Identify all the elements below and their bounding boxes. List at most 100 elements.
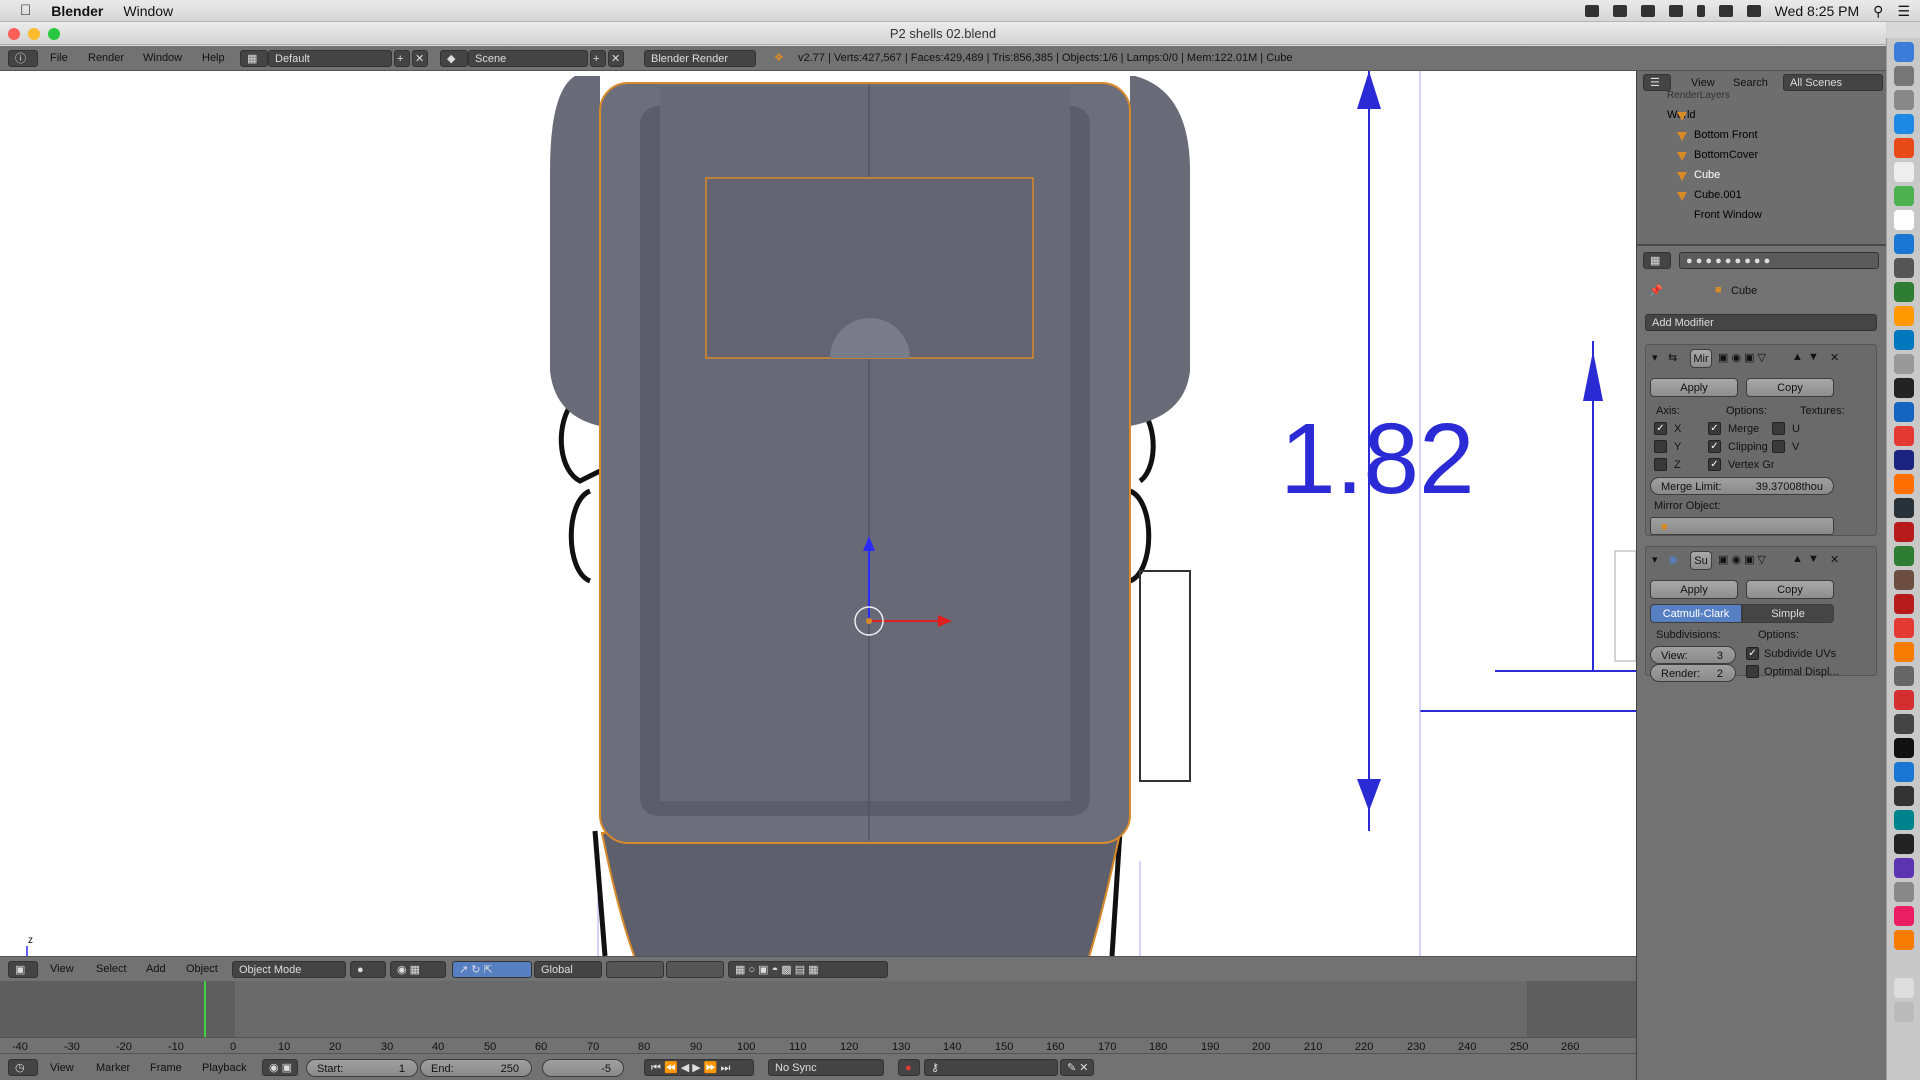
timeline-menu-playback[interactable]: Playback <box>202 1060 247 1077</box>
app-d-icon[interactable] <box>1894 786 1914 806</box>
move-up-icon[interactable]: ▲ <box>1792 553 1803 565</box>
view3d-editor-icon[interactable]: ▣ <box>8 961 38 978</box>
view3d-menu-select[interactable]: Select <box>96 961 127 978</box>
app-menu[interactable]: Blender <box>41 3 113 19</box>
timeline-menu-frame[interactable]: Frame <box>150 1060 182 1077</box>
apple-icon[interactable]:  <box>0 2 41 19</box>
keying-set-field[interactable]: ⚷ <box>924 1059 1058 1076</box>
merge-checkbox[interactable]: ✓ <box>1708 422 1721 435</box>
app-g-icon[interactable] <box>1894 930 1914 950</box>
volume-icon[interactable] <box>1746 5 1761 17</box>
maps-icon[interactable] <box>1894 282 1914 302</box>
bluetooth-icon[interactable] <box>1696 5 1705 17</box>
mirror-apply-button[interactable]: Apply <box>1650 378 1738 397</box>
manipulator-icons[interactable]: ↗ ↻ ⇱ <box>452 961 532 978</box>
texture-v-checkbox[interactable] <box>1772 440 1785 453</box>
camera-icon[interactable] <box>1612 5 1627 17</box>
lightroom-icon[interactable] <box>1894 498 1914 518</box>
finder-icon[interactable] <box>1894 42 1914 62</box>
trash-icon[interactable] <box>1894 1002 1914 1022</box>
axis-x-checkbox[interactable]: ✓ <box>1654 422 1667 435</box>
scene-field[interactable]: Scene <box>468 50 588 67</box>
messages-icon[interactable] <box>1894 186 1914 206</box>
outliner-search-menu[interactable]: Search <box>1733 75 1768 92</box>
move-up-icon[interactable]: ▲ <box>1792 351 1803 363</box>
outliner-item-cube[interactable]: Cube <box>1694 166 1720 184</box>
remove-layout-icon[interactable]: ✕ <box>412 50 428 67</box>
add-layout-icon[interactable]: + <box>394 50 410 67</box>
blender-dock-icon[interactable] <box>1894 642 1914 662</box>
view3d-menu-object[interactable]: Object <box>186 961 218 978</box>
drive-icon[interactable] <box>1640 5 1655 17</box>
outliner-item-bottomcover[interactable]: BottomCover <box>1694 146 1758 164</box>
subsurf-name-field[interactable]: Su <box>1690 551 1712 570</box>
timeline[interactable]: -40 -30 -20 -10 0 10 20 30 40 50 60 70 8… <box>0 981 1636 1053</box>
app-e-icon[interactable] <box>1894 810 1914 830</box>
mirror-copy-button[interactable]: Copy <box>1746 378 1834 397</box>
illustrator-icon[interactable] <box>1894 474 1914 494</box>
terminal-icon[interactable] <box>1894 378 1914 398</box>
render-toggle-icon[interactable]: ▣ ◉ ▣ ▽ <box>1718 553 1766 566</box>
firefox-icon[interactable] <box>1894 138 1914 158</box>
notification-icon[interactable]: ☰ <box>1897 3 1910 20</box>
skype-icon[interactable] <box>1894 234 1914 254</box>
view-levels-field[interactable]: View: 3 <box>1650 646 1736 664</box>
move-down-icon[interactable]: ▼ <box>1808 351 1819 363</box>
muse-icon[interactable] <box>1894 546 1914 566</box>
render-levels-field[interactable]: Render: 2 <box>1650 664 1736 682</box>
vertex-groups-checkbox[interactable]: ✓ <box>1708 458 1721 471</box>
start-frame-field[interactable]: Start: 1 <box>306 1059 418 1077</box>
properties-editor-icon[interactable]: ▦ <box>1643 252 1671 269</box>
menu-help[interactable]: Help <box>202 50 225 67</box>
current-frame-marker[interactable] <box>204 981 206 1037</box>
app-c-icon[interactable] <box>1894 762 1914 782</box>
itunes-icon[interactable] <box>1894 906 1914 926</box>
timeline-menu-view[interactable]: View <box>50 1060 74 1077</box>
app-star-icon[interactable] <box>1894 858 1914 878</box>
remove-scene-icon[interactable]: ✕ <box>608 50 624 67</box>
outliner-item-cube-001[interactable]: Cube.001 <box>1694 186 1742 204</box>
safari-icon[interactable] <box>1894 114 1914 134</box>
merge-limit-field[interactable]: Merge Limit: 39.37008thou <box>1650 477 1834 495</box>
outliner-item-bottom-front[interactable]: Bottom Front <box>1694 126 1758 144</box>
subdivide-uvs-checkbox[interactable]: ✓ <box>1746 647 1759 660</box>
minimize-icon[interactable] <box>28 28 40 40</box>
scene-icon[interactable]: ◆ <box>440 50 468 67</box>
layers-grid-b[interactable] <box>666 961 724 978</box>
preview-icon[interactable] <box>1894 354 1914 374</box>
app-f-icon[interactable] <box>1894 882 1914 902</box>
interaction-mode-select[interactable]: Object Mode <box>232 961 346 978</box>
catmull-clark-toggle[interactable]: Catmull-Clark <box>1650 604 1742 623</box>
timeline-editor-icon[interactable]: ◷ <box>8 1059 38 1076</box>
downloads-icon[interactable] <box>1894 978 1914 998</box>
photos-icon[interactable] <box>1894 306 1914 326</box>
wifi-icon[interactable] <box>1718 5 1733 17</box>
layout-field[interactable]: Default <box>268 50 392 67</box>
render-toggle-icon[interactable]: ▣ ◉ ▣ ▽ <box>1718 351 1766 364</box>
editor-type-icon[interactable]: ⓘ <box>8 50 38 67</box>
menu-window[interactable]: Window <box>143 50 182 67</box>
orientation-select[interactable]: Global <box>534 961 602 978</box>
clipping-checkbox[interactable]: ✓ <box>1708 440 1721 453</box>
3d-viewport[interactable]: 1.82 z x <box>0 71 1636 956</box>
acrobat-icon[interactable] <box>1894 522 1914 542</box>
cc-app-icon[interactable] <box>1894 594 1914 614</box>
end-frame-field[interactable]: End: 250 <box>420 1059 532 1077</box>
viewport-canvas[interactable]: 1.82 z x <box>0 71 1636 956</box>
menu-render[interactable]: Render <box>88 50 124 67</box>
collapse-arrow-icon[interactable]: ▾ <box>1652 351 1658 364</box>
close-icon[interactable] <box>8 28 20 40</box>
simple-toggle[interactable]: Simple <box>1742 604 1834 623</box>
subsurf-apply-button[interactable]: Apply <box>1650 580 1738 599</box>
bridge-icon[interactable] <box>1894 570 1914 590</box>
move-down-icon[interactable]: ▼ <box>1808 553 1819 565</box>
photoshop-icon[interactable] <box>1894 450 1914 470</box>
window-menu[interactable]: Window <box>113 3 183 19</box>
add-scene-icon[interactable]: + <box>590 50 606 67</box>
search-icon[interactable]: ⚲ <box>1873 3 1883 20</box>
launchpad-icon[interactable] <box>1894 66 1914 86</box>
playback-controls[interactable]: ⏮ ⏪ ◀ ▶ ⏩ ⏭ <box>644 1059 754 1076</box>
creative-cloud-icon[interactable] <box>1584 5 1599 17</box>
add-modifier-select[interactable]: Add Modifier <box>1645 314 1877 331</box>
axis-z-checkbox[interactable] <box>1654 458 1667 471</box>
